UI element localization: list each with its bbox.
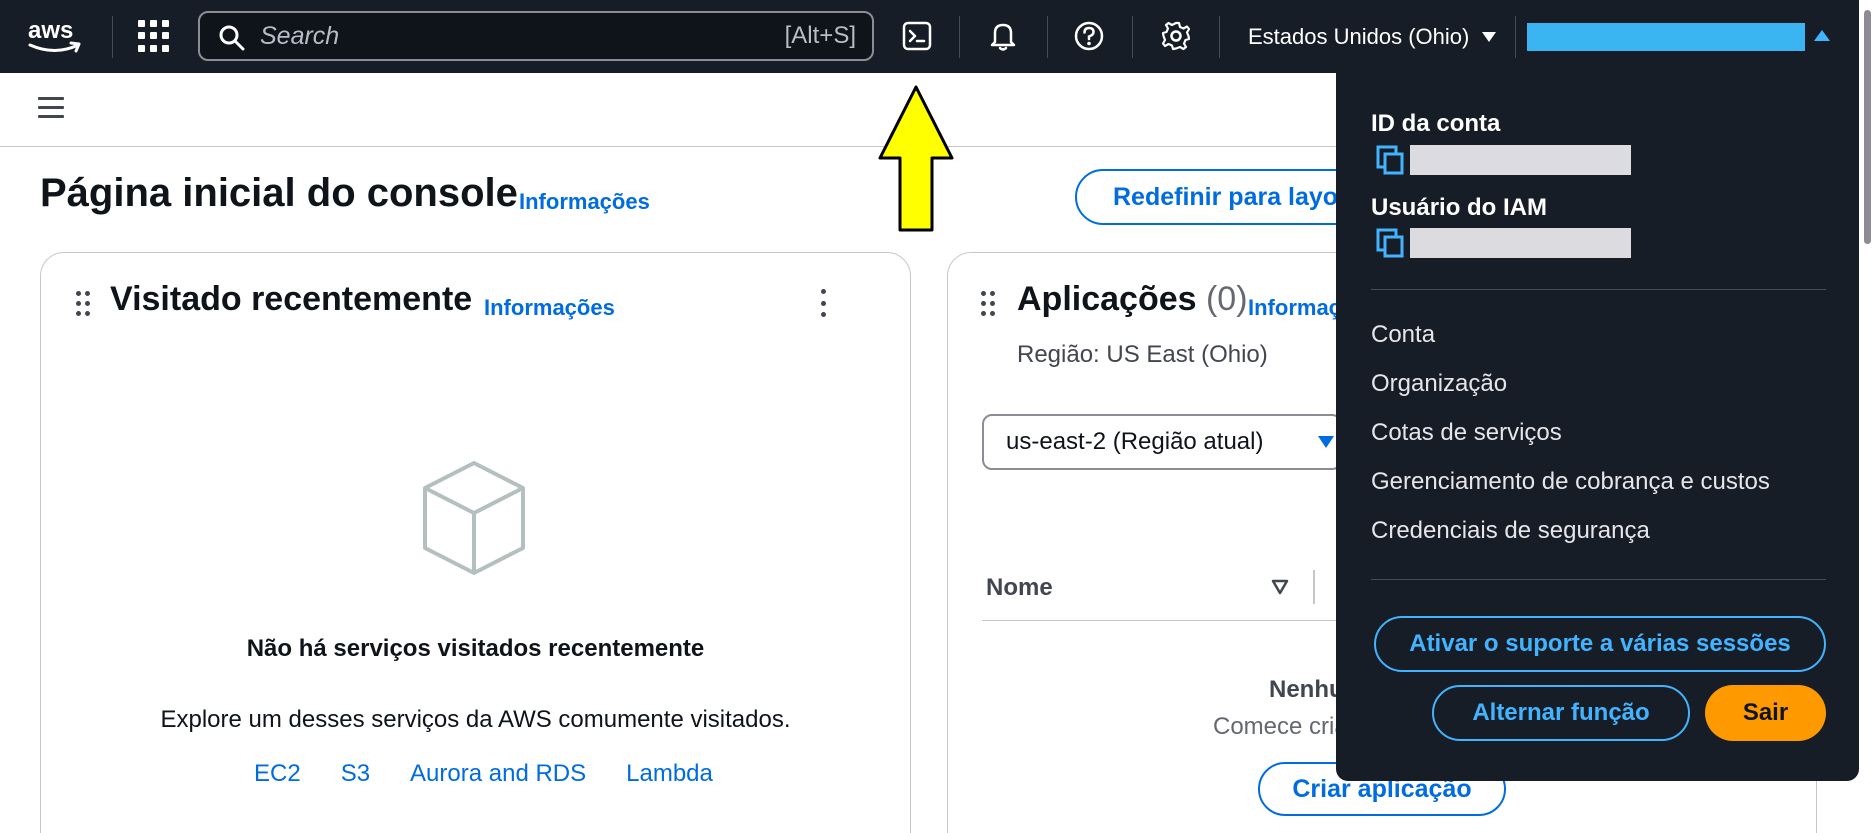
cloudshell-icon[interactable] [899,18,935,54]
dropdown-divider [1371,289,1826,290]
dropdown-divider [1371,579,1826,580]
recently-visited-empty-title: Não há serviços visitados recentemente [246,635,705,662]
services-grid-icon[interactable] [138,20,170,52]
column-divider [1313,570,1315,604]
empty-box-icon [423,461,525,575]
page-title: Página inicial do console [40,171,518,215]
search-shortcut-hint: [Alt+S] [784,22,856,49]
copy-icon[interactable] [1376,228,1404,258]
service-link-ec2[interactable]: EC2 [254,760,301,788]
nav-divider [1047,16,1048,58]
iam-user-redacted [1410,228,1631,258]
account-id-label: ID da conta [1371,110,1501,137]
sort-descending-icon[interactable] [1271,578,1289,596]
service-links: EC2 S3 Aurora and RDS Lambda [254,760,713,788]
aws-logo[interactable]: aws [26,16,84,56]
enable-multi-session-button[interactable]: Ativar o suporte a várias sessões [1374,616,1826,672]
copy-icon[interactable] [1376,145,1404,175]
drag-handle-icon[interactable] [76,291,90,317]
nav-divider [112,16,113,58]
menu-item-security-credentials[interactable]: Credenciais de segurança [1371,517,1650,545]
help-icon[interactable] [1071,18,1107,54]
applications-title: Aplicações (0) [1017,280,1248,319]
region-selector[interactable]: Estados Unidos (Ohio) [1248,20,1497,54]
applications-region-select[interactable]: us-east-2 (Região atual) [982,414,1342,470]
recently-visited-info-link[interactable]: Informações [484,295,615,321]
table-divider [982,620,1342,621]
caret-down-icon[interactable] [1318,436,1334,448]
hamburger-menu-icon[interactable] [38,97,64,119]
service-link-s3[interactable]: S3 [341,760,370,788]
search-icon [219,25,245,51]
gear-icon[interactable] [1158,18,1194,54]
caret-down-icon [1482,32,1497,42]
page-info-link[interactable]: Informações [519,189,650,215]
reset-layout-button[interactable]: Redefinir para layout padrão [1075,169,1375,225]
switch-role-button[interactable]: Alternar função [1432,685,1690,741]
recently-visited-empty-desc: Explore um desses serviços da AWS comume… [160,706,791,733]
nav-divider [1132,16,1133,58]
nav-divider [1515,16,1516,58]
service-link-aurora-rds[interactable]: Aurora and RDS [410,760,586,788]
scrollbar-thumb[interactable] [1864,10,1871,244]
region-label: Estados Unidos (Ohio) [1248,24,1470,49]
menu-item-organization[interactable]: Organização [1371,370,1507,398]
search-input[interactable] [260,13,740,59]
annotation-arrow-icon [878,85,954,232]
search-box[interactable]: [Alt+S] [198,11,874,61]
account-menu-button[interactable] [1527,23,1805,51]
nav-divider [1219,16,1220,58]
applications-title-text: Aplicações [1017,280,1197,318]
column-header-name[interactable]: Nome [986,574,1053,602]
iam-user-label: Usuário do IAM [1371,194,1548,221]
caret-up-icon[interactable] [1814,30,1830,41]
sign-out-button[interactable]: Sair [1705,685,1826,741]
top-nav: aws [Alt+S] [0,0,1875,73]
account-id-redacted [1410,145,1631,175]
recently-visited-title: Visitado recentemente [110,280,473,318]
more-options-icon[interactable] [821,289,827,317]
menu-item-account[interactable]: Conta [1371,321,1435,349]
account-dropdown: ID da conta Usuário do IAM Conta Organiz… [1336,73,1859,781]
menu-item-service-quotas[interactable]: Cotas de serviços [1371,419,1562,447]
applications-region-label: Região: US East (Ohio) [1017,341,1268,368]
aws-logo-text: aws [28,17,73,44]
bell-icon[interactable] [985,18,1021,54]
service-link-lambda[interactable]: Lambda [626,760,713,788]
menu-item-billing[interactable]: Gerenciamento de cobrança e custos [1371,468,1770,496]
applications-count: (0) [1205,280,1248,318]
drag-handle-icon[interactable] [981,291,995,317]
nav-divider [959,16,960,58]
